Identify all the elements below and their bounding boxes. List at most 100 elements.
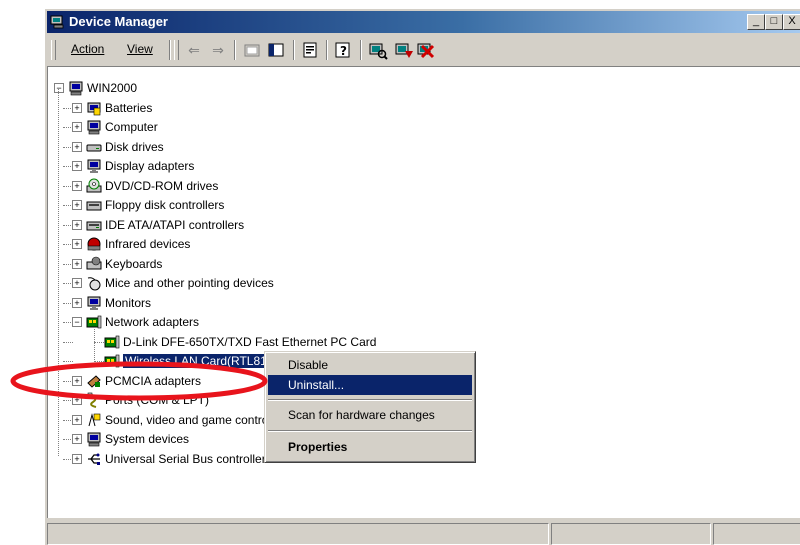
- expand-icon[interactable]: +: [72, 434, 82, 444]
- device-manager-window: Device Manager _ □ X Action View ⇐ ⇒ ? −…: [44, 8, 800, 545]
- menu-view-label: View: [127, 42, 153, 56]
- toolbar-grip[interactable]: [51, 40, 56, 60]
- expand-icon[interactable]: +: [72, 414, 82, 425]
- collapse-icon[interactable]: −: [72, 317, 82, 327]
- disable-menu-item[interactable]: Disable: [268, 355, 472, 375]
- expand-icon[interactable]: +: [72, 161, 82, 171]
- help-icon[interactable]: ?: [332, 39, 354, 61]
- back-icon[interactable]: ⇐: [183, 39, 205, 61]
- tree-connector: [63, 322, 73, 323]
- tree-item-label: Display adapters: [105, 159, 195, 173]
- uninstall-menu-item[interactable]: Uninstall...: [268, 375, 472, 395]
- tree-connector: [63, 302, 73, 304]
- collapse-icon[interactable]: −: [54, 83, 64, 93]
- tree-item-label: Mice and other pointing devices: [105, 276, 274, 290]
- context-menu: Disable Uninstall... Scan for hardware c…: [264, 351, 476, 463]
- tree-connector: [94, 341, 104, 343]
- tree-item-label: WIN2000: [87, 81, 138, 95]
- toolbar-separator: [326, 40, 328, 60]
- tree-connector: [63, 341, 73, 343]
- tree-connector: [63, 185, 73, 187]
- expand-icon[interactable]: +: [72, 278, 82, 288]
- maximize-button[interactable]: □: [765, 14, 783, 30]
- expand-icon[interactable]: +: [72, 122, 82, 132]
- device-manager-icon: [50, 15, 64, 29]
- forward-icon[interactable]: ⇒: [207, 39, 229, 61]
- keyboard-icon: [86, 256, 102, 269]
- tree-connector: [63, 224, 73, 226]
- toolbar-grip[interactable]: [174, 40, 179, 60]
- menu-separator: [268, 430, 472, 432]
- tree-item-label: DVD/CD-ROM drives: [105, 178, 219, 193]
- expand-icon[interactable]: +: [72, 453, 82, 464]
- monitor-icon: [87, 159, 101, 173]
- ide-controller-icon: [86, 221, 102, 230]
- monitor-icon: [87, 296, 101, 310]
- menu-action[interactable]: Action: [71, 42, 104, 56]
- status-panel: [713, 523, 800, 545]
- properties-icon[interactable]: [299, 39, 321, 61]
- network-card-icon: [104, 335, 120, 348]
- window-title: Device Manager: [69, 14, 168, 29]
- tree-item-label: Keyboards: [105, 256, 163, 271]
- infrared-icon: [87, 237, 101, 251]
- tree-item-label: Floppy disk controllers: [105, 198, 225, 212]
- expand-icon[interactable]: +: [72, 297, 82, 308]
- toolbar-separator: [169, 40, 171, 60]
- floppy-controller-icon: [86, 201, 102, 211]
- disk-drive-icon: [86, 144, 102, 151]
- update-driver-icon[interactable]: [393, 39, 415, 61]
- menu-separator: [268, 399, 472, 401]
- status-bar: [47, 519, 800, 545]
- tree-connector: [63, 283, 73, 284]
- expand-icon[interactable]: +: [72, 200, 82, 210]
- battery-icon: [87, 102, 101, 115]
- minimize-button[interactable]: _: [747, 14, 765, 30]
- expand-icon[interactable]: +: [72, 141, 82, 152]
- cdrom-icon: [86, 178, 102, 192]
- tree-item-label: Universal Serial Bus controllers: [105, 451, 272, 466]
- scan-hardware-menu-item[interactable]: Scan for hardware changes: [268, 405, 472, 425]
- tree-connector: [63, 127, 73, 128]
- uninstall-icon[interactable]: [415, 39, 437, 61]
- title-bar[interactable]: Device Manager _ □ X: [47, 11, 800, 33]
- toolbar-separator: [234, 40, 236, 60]
- tree-connector: [63, 205, 73, 206]
- show-hide-tree-icon[interactable]: [265, 39, 287, 61]
- menu-view[interactable]: View: [127, 42, 153, 56]
- expand-icon[interactable]: +: [72, 219, 82, 230]
- expand-icon[interactable]: +: [72, 258, 82, 269]
- tree-item-label: Computer: [105, 120, 158, 134]
- menu-action-label: Action: [71, 42, 105, 56]
- computer-icon: [87, 432, 101, 447]
- tree-item-label: Infrared devices: [105, 237, 191, 251]
- network-card-icon: [86, 315, 102, 329]
- scan-hardware-icon[interactable]: [367, 39, 389, 61]
- tree-item-label: Disk drives: [105, 139, 164, 154]
- window-controls: _ □ X: [747, 14, 800, 30]
- tree-connector: [63, 419, 73, 421]
- tree-connector: [63, 107, 73, 109]
- status-panel: [47, 523, 549, 545]
- computer-icon: [69, 81, 83, 96]
- tree-item-label: Network adapters: [105, 315, 200, 329]
- close-button[interactable]: X: [783, 14, 800, 30]
- computer-icon: [87, 120, 101, 135]
- tree-connector: [63, 439, 73, 440]
- up-level-icon[interactable]: [241, 39, 263, 61]
- usb-icon: [88, 453, 100, 465]
- tree-item-label: IDE ATA/ATAPI controllers: [105, 217, 245, 232]
- tree-connector: [94, 329, 95, 362]
- mouse-icon: [87, 277, 101, 291]
- expand-icon[interactable]: +: [72, 180, 82, 191]
- expand-icon[interactable]: +: [72, 102, 82, 113]
- svg-text:?: ?: [340, 44, 347, 58]
- properties-menu-item[interactable]: Properties: [268, 437, 472, 457]
- expand-icon[interactable]: +: [72, 239, 82, 249]
- tree-item-label: Sound, video and game controllers: [105, 412, 291, 427]
- toolbar-separator: [293, 40, 295, 60]
- tree-item-label: Monitors: [105, 295, 152, 310]
- toolbar-separator: [360, 40, 362, 60]
- status-panel: [551, 523, 711, 545]
- tree-item-label: D-Link DFE-650TX/TXD Fast Ethernet PC Ca…: [123, 334, 377, 349]
